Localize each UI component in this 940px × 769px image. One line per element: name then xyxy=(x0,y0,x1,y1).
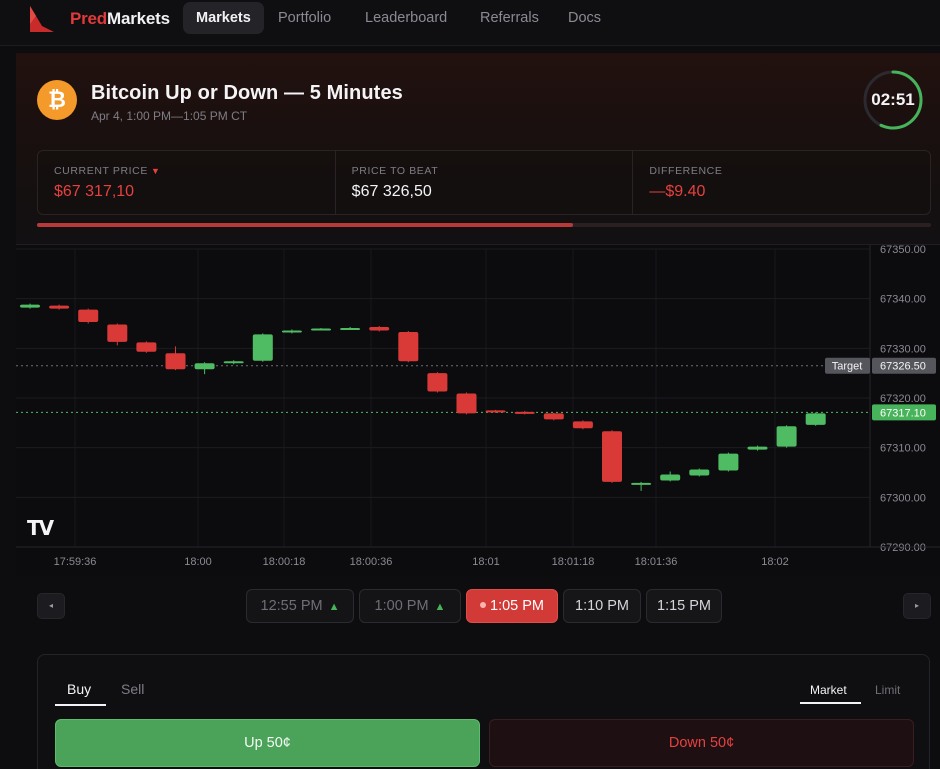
x-tick-label: 18:01 xyxy=(472,556,500,568)
candle-body xyxy=(602,431,622,482)
price-to-beat-label: PRICE TO BEAT xyxy=(351,165,439,177)
candle-body xyxy=(485,410,506,413)
candle-body xyxy=(456,393,477,414)
candle-body xyxy=(194,363,215,370)
nav-item-docs[interactable]: Docs xyxy=(555,2,614,34)
difference-stat: DIFFERENCE —$9.40 xyxy=(633,151,930,214)
round-slot-115[interactable]: 1:15 PM xyxy=(646,589,722,623)
x-tick-label: 18:01:18 xyxy=(552,556,595,568)
candle-body xyxy=(689,469,710,476)
candlestick-chart[interactable]: 67350.00 67340.00 67330.00 67320.00 67310.00… xyxy=(16,245,940,575)
live-dot-icon xyxy=(480,602,486,608)
top-nav: PredMarkets Markets Portfolio Leaderboar… xyxy=(0,0,940,46)
candle-body xyxy=(165,353,186,370)
price-to-beat-stat: PRICE TO BEAT $67 326,50 xyxy=(336,151,634,214)
candle-body xyxy=(514,411,535,414)
candle-body xyxy=(747,446,768,450)
next-round-button[interactable]: ▸ xyxy=(903,593,931,619)
round-slot-100[interactable]: 1:00 PM ▲ xyxy=(359,589,461,623)
market-header: ₿ Bitcoin Up or Down — 5 Minutes Apr 4, … xyxy=(16,53,940,245)
price-chart[interactable]: 67350.00 67340.00 67330.00 67320.00 67310.00… xyxy=(16,245,940,575)
candle-body xyxy=(20,304,40,308)
y-tick-label: 67330.00 xyxy=(880,343,926,355)
difference-label: DIFFERENCE xyxy=(649,165,723,177)
candle-body xyxy=(660,474,681,481)
x-tick-label: 18:00 xyxy=(184,556,212,568)
x-tick-label: 18:02 xyxy=(761,556,789,568)
prev-round-button[interactable]: ◂ xyxy=(37,593,65,619)
mode-market-underline xyxy=(800,702,861,704)
down-arrow-icon: ▼ xyxy=(150,166,161,176)
brand-name-red: Pred xyxy=(70,9,107,28)
market-title: Bitcoin Up or Down — 5 Minutes xyxy=(91,82,403,104)
round-progress-fill xyxy=(37,223,574,227)
market-subtitle: Apr 4, 1:00 PM—1:05 PM CT xyxy=(91,109,248,123)
mode-market[interactable]: Market xyxy=(810,683,847,697)
x-tick-label: 18:01:36 xyxy=(635,556,678,568)
candle-body xyxy=(136,342,157,352)
y-tick-label: 67290.00 xyxy=(880,542,926,554)
candle-body xyxy=(631,482,652,485)
candle-body xyxy=(223,361,244,364)
nav-item-markets[interactable]: Markets xyxy=(183,2,264,34)
current-price-stat: CURRENT PRICE ▼ $67 317,10 xyxy=(38,151,336,214)
bitcoin-icon: ₿ xyxy=(37,80,77,120)
nav-item-portfolio[interactable]: Portfolio xyxy=(265,2,344,34)
candle-body xyxy=(252,334,273,361)
brand-name[interactable]: PredMarkets xyxy=(70,9,170,29)
candle-body xyxy=(281,330,302,333)
y-tick-label: 67350.00 xyxy=(880,245,926,256)
candle-body xyxy=(78,309,99,323)
buy-down-button[interactable]: Down 50¢ xyxy=(489,719,914,767)
up-arrow-icon: ▲ xyxy=(434,601,446,613)
round-progress-bar xyxy=(37,223,931,227)
y-tick-label: 67320.00 xyxy=(880,393,926,405)
countdown-timer: 02:51 xyxy=(871,90,915,109)
y-tick-label: 67340.00 xyxy=(880,294,926,306)
current-price-label: 67317.10 xyxy=(880,407,926,419)
tradingview-logo: TV xyxy=(27,516,54,540)
candle-body xyxy=(572,421,593,429)
up-arrow-icon: ▲ xyxy=(328,601,340,613)
nav-item-leaderboard[interactable]: Leaderboard xyxy=(352,2,460,34)
mode-limit[interactable]: Limit xyxy=(875,683,900,697)
tab-buy-underline xyxy=(55,704,106,706)
tab-buy[interactable]: Buy xyxy=(67,681,91,697)
candle-body xyxy=(369,326,390,331)
trade-panel: Buy Sell Market Limit Up 50¢ Down 50¢ xyxy=(37,654,930,769)
current-price-value: $67 317,10 xyxy=(54,183,135,200)
candle-body xyxy=(543,413,564,420)
round-slot-1255[interactable]: 12:55 PM ▲ xyxy=(246,589,354,623)
brand-name-white: Markets xyxy=(107,9,170,28)
candle-body xyxy=(398,331,419,362)
candle-body xyxy=(107,324,128,342)
candle-body xyxy=(340,327,361,330)
round-selector: ◂ 12:55 PM ▲ 1:00 PM ▲ 1:05 PM 1:10 PM 1:1… xyxy=(0,575,940,645)
x-tick-label: 18:00:36 xyxy=(350,556,393,568)
current-price-label: CURRENT PRICE ▼ xyxy=(54,165,161,177)
candle-body xyxy=(805,413,826,425)
candle-body xyxy=(776,426,797,447)
candle-body xyxy=(427,373,448,392)
buy-up-button[interactable]: Up 50¢ xyxy=(55,719,480,767)
round-slot-105[interactable]: 1:05 PM xyxy=(466,589,558,623)
x-tick-label: 17:59:36 xyxy=(54,556,97,568)
logo-icon[interactable] xyxy=(28,2,56,32)
price-stats: CURRENT PRICE ▼ $67 317,10 PRICE TO BEAT … xyxy=(37,150,931,215)
tab-sell[interactable]: Sell xyxy=(121,681,144,697)
nav-item-referrals[interactable]: Referrals xyxy=(467,2,552,34)
round-slot-110[interactable]: 1:10 PM xyxy=(563,589,641,623)
x-tick-label: 18:00:18 xyxy=(263,556,306,568)
price-to-beat-value: $67 326,50 xyxy=(351,183,432,200)
candle-body xyxy=(49,305,70,309)
y-tick-label: 67300.00 xyxy=(880,492,926,504)
y-tick-label: 67310.00 xyxy=(880,443,926,455)
candle-body xyxy=(718,453,739,471)
candle-body xyxy=(311,328,331,331)
target-value-label: 67326.50 xyxy=(880,361,926,373)
difference-value: —$9.40 xyxy=(649,183,706,200)
target-badge-label: Target xyxy=(832,361,863,373)
